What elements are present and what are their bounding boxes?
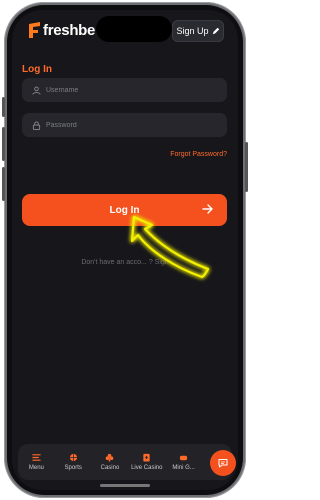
home-indicator — [100, 484, 150, 487]
menu-icon — [32, 454, 41, 461]
username-input[interactable] — [46, 86, 196, 94]
volume-up-button — [2, 127, 5, 161]
user-icon — [32, 86, 41, 95]
lock-icon — [32, 120, 41, 130]
pointer-arrow-icon — [130, 215, 210, 279]
forgot-password-link[interactable]: Forgot Password? — [170, 151, 227, 158]
nav-label: Mini G... — [172, 465, 195, 471]
signup-label: Sign Up — [176, 26, 209, 36]
chat-icon — [218, 459, 228, 468]
chat-button[interactable] — [210, 450, 236, 476]
nav-label: Menu — [28, 465, 44, 471]
nav-label: Live Casino — [131, 465, 163, 471]
username-field[interactable] — [22, 78, 227, 102]
nav-item-casino[interactable]: Casino — [93, 444, 127, 480]
game-icon — [179, 455, 188, 461]
nav-item-live-casino[interactable]: Live Casino — [130, 444, 164, 480]
cards-icon — [143, 453, 150, 462]
club-icon — [106, 453, 114, 462]
logo-flame-icon — [28, 21, 41, 39]
dynamic-island — [96, 16, 172, 42]
nav-item-mini-games[interactable]: Mini G... — [167, 444, 201, 480]
signup-button[interactable]: Sign Up — [172, 20, 224, 42]
password-input[interactable] — [46, 121, 196, 129]
pencil-icon — [212, 27, 219, 35]
nav-label: Sports — [64, 465, 82, 471]
volume-down-button — [2, 167, 5, 201]
nav-item-sports[interactable]: Sports — [56, 444, 90, 480]
side-button — [2, 97, 5, 117]
logo[interactable]: freshbe — [28, 19, 95, 41]
password-field[interactable] — [22, 113, 227, 137]
power-button — [245, 142, 248, 192]
bottom-nav: Menu Sports Casino Live Casino Mini G... — [18, 444, 232, 480]
page-title: Log In — [22, 64, 52, 75]
logo-text: freshbe — [43, 21, 96, 39]
nav-item-menu[interactable]: Menu — [19, 444, 53, 480]
ball-icon — [69, 453, 77, 462]
nav-label: Casino — [100, 465, 120, 471]
